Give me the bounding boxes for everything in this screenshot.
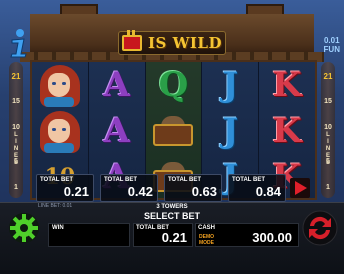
crown-icon [122,30,142,51]
bet-option-label: TOTAL BET [168,177,201,183]
line-number[interactable]: 21 [6,72,26,81]
symbol-k: K [272,111,302,151]
fun-amount: 0.01 [323,36,340,45]
settings-button[interactable] [8,212,40,244]
cash-value: 300.00 [252,230,292,245]
cash-label: CASH [198,225,216,231]
symbol-a: A [103,65,130,105]
fun-currency: FUN [323,45,340,54]
select-bet-prompt: SELECT BET [143,211,200,221]
total-bet-label: TOTAL BET [136,225,169,231]
symbol-j: J [222,111,239,151]
bet-option[interactable]: TOTAL BET 0.84 [228,174,286,202]
fun-balance: 0.01 FUN [324,36,340,54]
bet-selector: TOTAL BET 0.21 TOTAL BET 0.42 TOTAL BET … [36,174,310,202]
line-number[interactable]: 21 [318,72,338,81]
line-number[interactable]: 10 [6,124,26,131]
bet-option-value: 0.21 [63,184,89,199]
lines-label: LINES [13,132,19,166]
gear-icon [9,213,39,243]
info-icon [10,29,27,58]
line-number[interactable]: 1 [318,184,338,191]
game-title: IS WILD [148,34,222,52]
line-number[interactable]: 1 [6,184,26,191]
bet-option-value: 0.63 [191,184,217,199]
bet-option[interactable]: TOTAL BET 0.21 [36,174,94,202]
paylines-right: 21 15 10 5 1 LINES [318,62,338,198]
next-bets-button[interactable] [290,178,310,198]
bet-option-label: TOTAL BET [232,177,265,183]
lines-label: LINES [325,132,331,166]
towers-label: 3 TOWERS [156,204,188,210]
symbol-j: J [222,65,239,105]
line-number[interactable]: 15 [6,98,26,105]
total-bet-value: 0.21 [161,230,187,245]
demo-mode-badge: DEMO MODE [199,234,214,246]
bet-option[interactable]: TOTAL BET 0.42 [100,174,158,202]
paylines-left: 21 15 10 5 1 LINES [6,62,26,198]
symbol-lady [32,108,88,154]
bet-option-label: TOTAL BET [104,177,137,183]
symbol-q: Q [158,65,189,105]
demo-line-2: MODE [199,240,214,246]
info-button[interactable] [6,28,32,58]
bet-option-value: 0.84 [255,184,281,199]
symbol-k: K [272,65,302,105]
line-number[interactable]: 15 [318,98,338,105]
spin-icon [302,210,338,246]
bet-option[interactable]: TOTAL BET 0.63 [164,174,222,202]
line-number[interactable]: 10 [318,124,338,131]
play-arrow-icon [290,178,310,198]
game-logo: IS WILD [118,30,226,55]
spin-button[interactable] [302,210,338,246]
bet-option-value: 0.42 [127,184,153,199]
symbol-lady [32,62,88,108]
win-label: WIN [52,225,64,231]
bet-option-label: TOTAL BET [40,177,73,183]
symbol-chest [146,108,202,154]
symbol-a: A [103,111,130,151]
